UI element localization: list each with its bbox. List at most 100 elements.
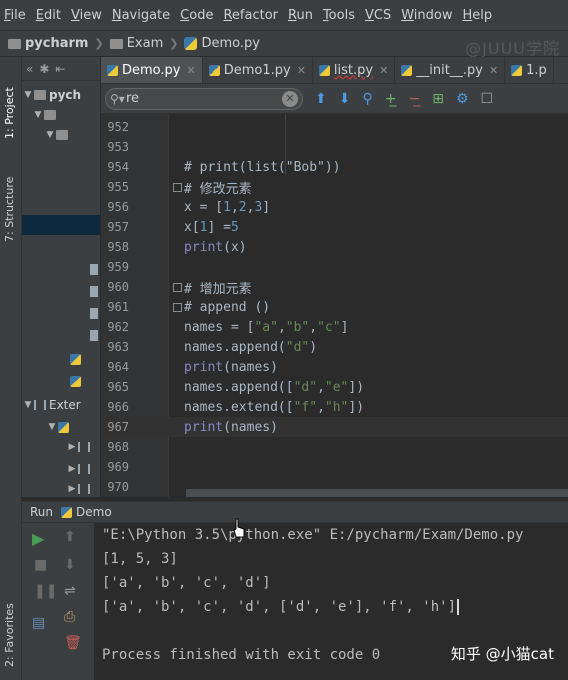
tree-item-lib[interactable]: ▶ (22, 437, 100, 457)
tab-demo[interactable]: Demo.py ✕ (101, 57, 203, 83)
breadcrumb-project[interactable]: pycharm (8, 36, 88, 51)
expand-icon: ▼ (24, 400, 32, 410)
tree-item-file[interactable] (22, 303, 100, 323)
menu-refactor[interactable]: Refactor (223, 8, 278, 23)
match-case-checkbox[interactable]: ☐ (481, 91, 494, 107)
tab-1[interactable]: 1.p (505, 57, 554, 83)
search-input[interactable] (126, 91, 282, 106)
library-icon (78, 464, 90, 474)
print-icon[interactable]: ⎙ (64, 609, 75, 625)
tool-tab-favorites[interactable]: 2: Favorites (3, 603, 16, 667)
tree-item-python-sdk[interactable]: ▼ (22, 417, 100, 437)
footer-watermark: 知乎 @小猫cat (450, 645, 554, 663)
fold-marker-icon[interactable] (173, 302, 182, 312)
rerun-icon[interactable]: ▶ (32, 529, 44, 548)
run-tab-label[interactable]: Run (30, 505, 53, 519)
code-line: 962 names = ["a","b","c"] (107, 319, 349, 335)
tree-item-file[interactable] (22, 325, 100, 345)
tree-item-python-file[interactable] (22, 371, 100, 391)
library-icon (78, 484, 90, 494)
find-all-icon[interactable]: ⚲ (362, 91, 372, 107)
search-icon[interactable]: ⚲▾ (110, 92, 126, 106)
collapse-arrow-icon: ▶ (68, 464, 76, 474)
scroll-up-icon[interactable]: ⬆ (64, 529, 76, 545)
folder-icon (34, 90, 46, 100)
close-icon[interactable]: ✕ (379, 64, 388, 77)
filter-settings-icon[interactable]: ⚙ (456, 91, 469, 107)
tree-item-file[interactable] (22, 281, 100, 301)
code-line: 957 x[1] =5 (107, 219, 239, 235)
fold-marker-icon[interactable] (173, 282, 182, 292)
folder-icon (8, 38, 21, 49)
clear-all-icon[interactable]: 🗑 (64, 635, 82, 651)
tab-list[interactable]: list.py ✕ (313, 57, 396, 83)
menu-help[interactable]: Help (463, 8, 493, 23)
restore-layout-icon[interactable]: ▤ (32, 615, 45, 631)
tool-tab-project[interactable]: 1: Project (3, 87, 16, 139)
menu-window[interactable]: Window (401, 8, 452, 23)
run-config-name: Demo (76, 505, 112, 519)
menu-view[interactable]: View (71, 8, 102, 23)
library-icon (78, 442, 90, 452)
console-line: "E:\Python 3.5\python.exe" E:/pycharm/Ex… (102, 527, 524, 543)
menu-run[interactable]: Run (288, 8, 313, 23)
code-line: 968 (107, 440, 129, 454)
folder-icon (109, 38, 123, 49)
tree-item-selected[interactable] (22, 215, 100, 235)
gear-icon[interactable]: ✱ (39, 62, 49, 76)
clear-search-icon[interactable]: ✕ (282, 90, 298, 107)
tree-item-lib[interactable]: ▶ (22, 459, 100, 479)
next-occurrence-icon[interactable]: ⬇ (339, 91, 351, 107)
python-file-icon (70, 375, 81, 387)
tree-item-subfolder[interactable]: ▼ (22, 125, 100, 145)
collapse-icon[interactable]: « (26, 62, 33, 76)
fold-marker-icon[interactable] (173, 182, 182, 192)
expand-icon: ▼ (48, 422, 56, 432)
menu-navigate[interactable]: Navigate (112, 8, 170, 23)
menu-vcs[interactable]: VCS (365, 8, 391, 23)
previous-occurrence-icon[interactable]: ⬆ (315, 91, 327, 107)
breadcrumb-folder[interactable]: Exam (109, 36, 163, 51)
pause-icon[interactable]: ❚❚ (34, 583, 57, 599)
tree-item-root[interactable]: ▼ pych (22, 85, 100, 105)
code-line: 961 # append () (107, 299, 271, 315)
menu-edit[interactable]: Edit (36, 8, 61, 23)
hide-icon[interactable]: ⇤ (55, 62, 65, 76)
code-line: 969 (107, 460, 129, 474)
tree-item-python-file[interactable] (22, 349, 100, 369)
tab-init[interactable]: __init__.py ✕ (395, 57, 506, 83)
collapse-arrow-icon: ▶ (68, 442, 76, 452)
run-toolbar: ▶ ⬆ ■ ⬇ ❚❚ ⇌ ⎙ ▤ 🗑 (22, 523, 94, 680)
scroll-down-icon[interactable]: ⬇ (64, 557, 76, 573)
remove-selection-icon[interactable]: −̲ (408, 91, 420, 107)
tab-demo1[interactable]: Demo1.py ✕ (203, 57, 313, 83)
add-selection-icon[interactable]: +̲ (385, 91, 397, 107)
code-line-current: 967 print(names) (101, 417, 568, 437)
file-icon (90, 263, 98, 275)
horizontal-scrollbar[interactable] (186, 489, 568, 497)
select-all-occurrences-icon[interactable]: ⊞ (432, 91, 444, 107)
code-line: 953 (107, 140, 129, 154)
expand-icon: ▼ (24, 90, 32, 100)
breadcrumb-file[interactable]: Demo.py (184, 36, 260, 51)
python-file-icon (318, 64, 330, 76)
code-line: 964 print(names) (107, 359, 278, 375)
menu-file[interactable]: File (4, 8, 26, 23)
tree-item-external-libraries[interactable]: ▼ Exter (22, 395, 100, 415)
expand-icon: ▼ (46, 130, 54, 140)
stop-icon[interactable]: ■ (34, 557, 47, 573)
tree-item-lib[interactable]: ▶ (22, 479, 100, 497)
code-line: 966 names.extend(["f","h"]) (107, 399, 365, 415)
folder-icon (56, 130, 68, 140)
close-icon[interactable]: ✕ (489, 64, 498, 77)
close-icon[interactable]: ✕ (186, 64, 195, 77)
tool-tab-structure[interactable]: 7: Structure (3, 177, 16, 242)
tree-item-file[interactable] (22, 259, 100, 279)
menu-code[interactable]: Code (180, 8, 213, 23)
console-line-last-output: ['a', 'b', 'c', 'd', ['d', 'e'], 'f', 'h… (102, 599, 460, 615)
tree-item-folder[interactable]: ▼ (22, 105, 100, 125)
code-editor[interactable]: 952 953 954 # print(list("Bob")) 955 # 修… (101, 114, 568, 497)
close-icon[interactable]: ✕ (297, 64, 306, 77)
menu-tools[interactable]: Tools (323, 8, 355, 23)
soft-wrap-icon[interactable]: ⇌ (64, 583, 76, 599)
